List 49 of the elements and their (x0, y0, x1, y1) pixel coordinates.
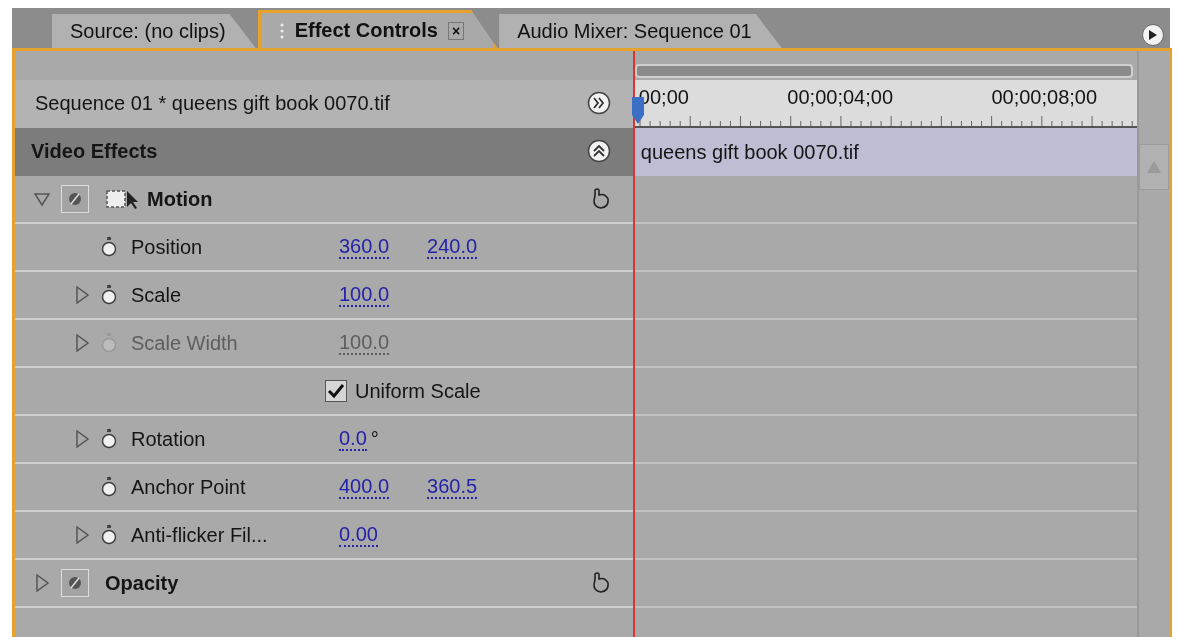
section-title: Video Effects (31, 139, 158, 163)
checkbox[interactable] (325, 380, 347, 402)
stopwatch-icon[interactable] (101, 237, 117, 257)
show-timeline-button[interactable] (586, 91, 611, 115)
effect-name: Opacity (105, 571, 179, 595)
sequence-label: Sequence 01 * queens gift book 0070.tif (35, 91, 390, 115)
panel-tab[interactable]: Audio Mixer: Sequence 01 (499, 14, 782, 48)
property-value[interactable]: 360.0 (339, 235, 390, 259)
motion-effect-icon (105, 187, 141, 211)
grip-icon[interactable] (278, 21, 285, 40)
collapsed-triangle-icon[interactable] (74, 430, 90, 448)
stopwatch-icon[interactable] (101, 285, 117, 305)
property-name: Scale Width (131, 331, 239, 355)
fx-toggle-icon[interactable] (61, 569, 89, 597)
stopwatch-icon[interactable] (101, 525, 117, 545)
stopwatch-icon[interactable] (101, 477, 117, 497)
property-name: Rotation (131, 427, 207, 451)
expanded-triangle-icon[interactable] (34, 190, 50, 208)
play-icon (1149, 30, 1157, 40)
collapse-button[interactable] (586, 139, 611, 163)
panel-tab[interactable]: Effect Controls × (257, 10, 498, 48)
property-name: Anchor Point (131, 475, 247, 499)
effect-name: Motion (147, 187, 213, 211)
clip-name: queens gift book 0070.tif (640, 140, 859, 164)
panel-menu-button[interactable] (1142, 24, 1164, 46)
checkbox-label: Uniform Scale (355, 379, 481, 403)
clip-bar[interactable]: queens gift book 0070.tif (634, 128, 1138, 176)
reset-hand-icon[interactable] (590, 571, 611, 595)
property-name: Scale (131, 283, 183, 307)
property-value[interactable]: 100.0 (339, 283, 390, 307)
property-value[interactable]: 0.0 (339, 427, 367, 451)
collapsed-triangle-icon[interactable] (74, 526, 90, 544)
collapsed-triangle-icon[interactable] (74, 286, 90, 304)
property-value[interactable]: 400.0 (339, 475, 390, 499)
stopwatch-icon[interactable] (101, 429, 117, 449)
property-value[interactable]: 0.00 (339, 523, 378, 547)
property-name: Anti-flicker Fil... (131, 523, 269, 547)
ruler-time: 00;00;04;00 (787, 86, 893, 109)
unit-label: ° (370, 427, 379, 451)
zoom-scrollbar[interactable] (634, 64, 1134, 78)
panel-tab[interactable]: Source: (no clips) (52, 14, 256, 48)
reset-hand-icon[interactable] (590, 187, 611, 211)
property-value[interactable]: 240.0 (427, 235, 478, 259)
collapsed-triangle-icon[interactable] (34, 574, 50, 592)
property-name: Position (131, 235, 204, 259)
close-button[interactable]: × (447, 21, 465, 40)
fx-toggle-icon[interactable] (61, 185, 89, 213)
property-value[interactable]: 360.5 (427, 475, 478, 499)
ruler-time: 00;00;08;00 (991, 86, 1098, 109)
